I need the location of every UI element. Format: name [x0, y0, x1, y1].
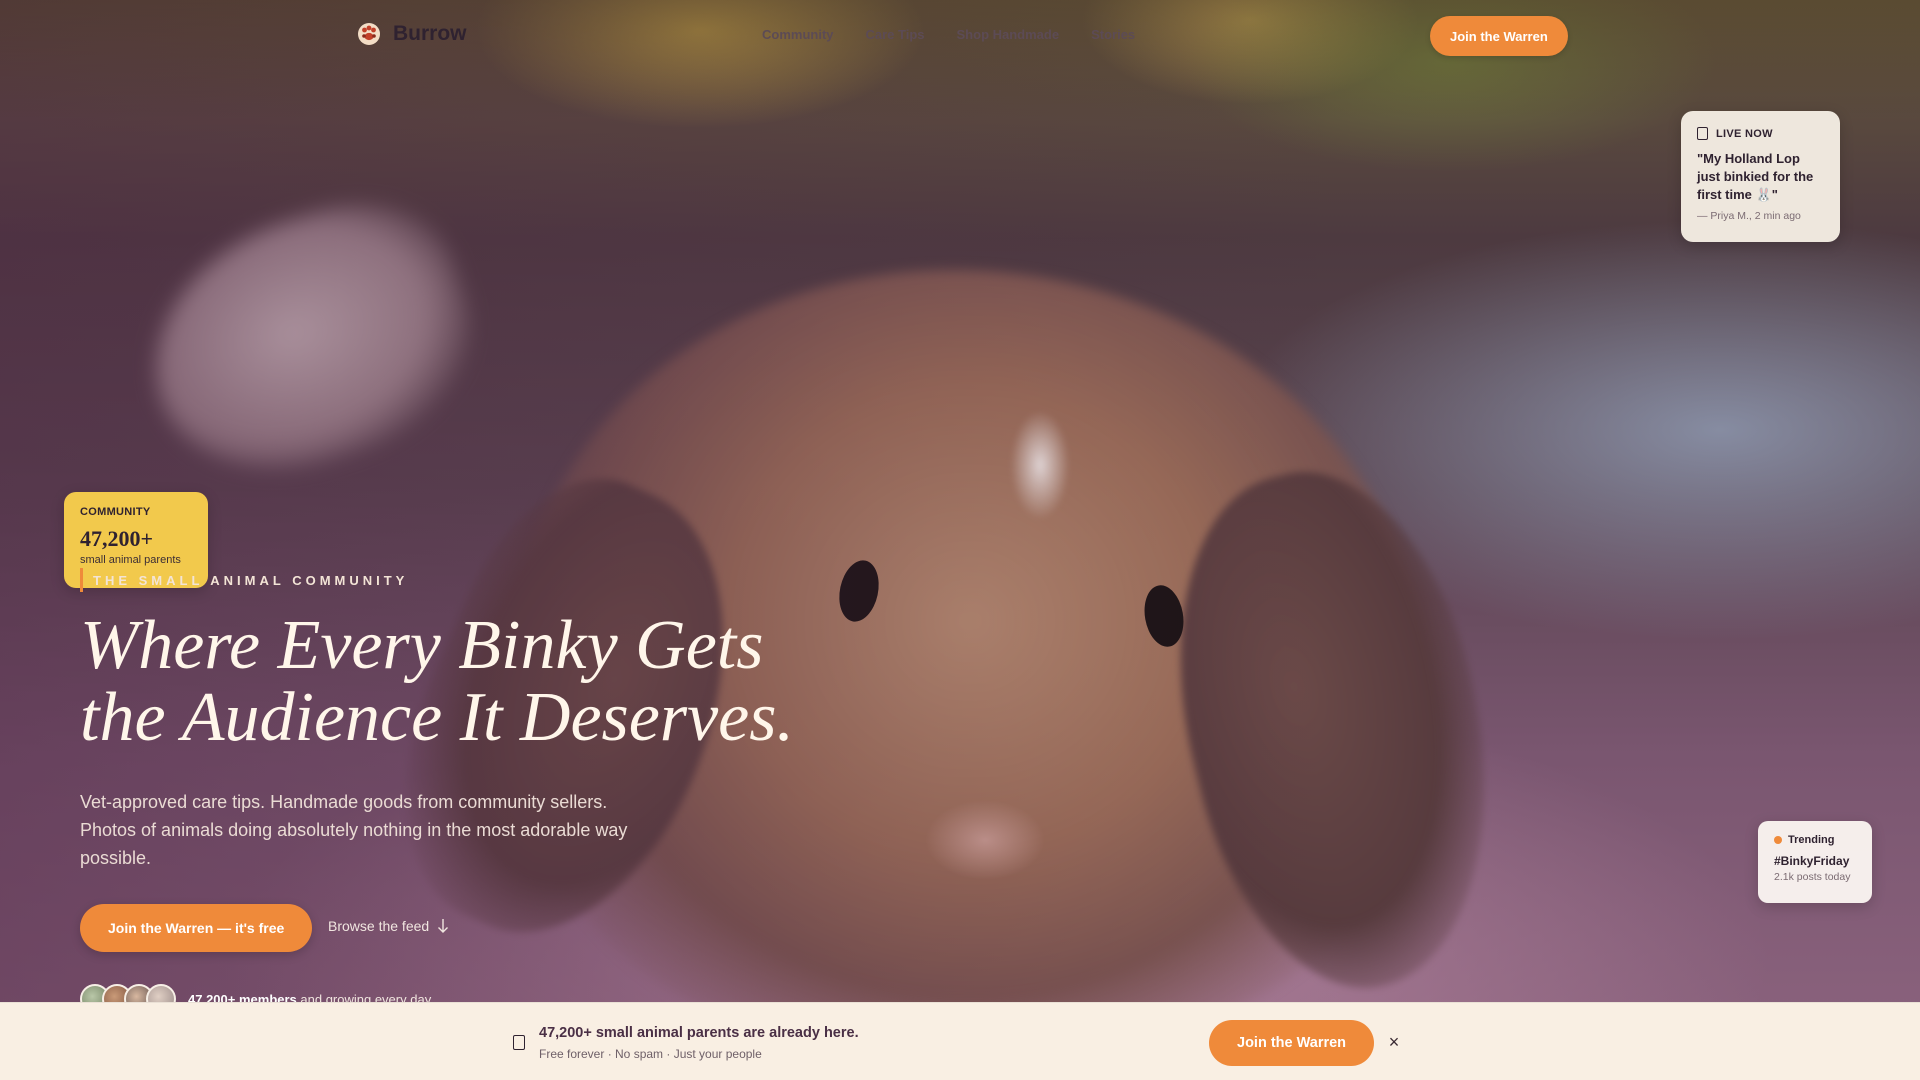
trending-card[interactable]: Trending #BinkyFriday 2.1k posts today — [1758, 821, 1872, 903]
paw-icon — [358, 23, 380, 45]
trending-header: Trending — [1774, 834, 1856, 846]
join-banner: 47,200+ small animal parents are already… — [0, 1002, 1920, 1080]
nav-links: Community Care Tips Shop Handmade Storie… — [762, 27, 1135, 42]
trending-tag: #BinkyFriday — [1774, 854, 1850, 868]
headline-line-1: Where Every Binky Gets — [80, 607, 764, 684]
join-warren-hero-button[interactable]: Join the Warren — it's free — [80, 904, 313, 952]
hero-eyebrow: THE SMALL ANIMAL COMMUNITY — [80, 568, 408, 592]
join-warren-banner-button[interactable]: Join the Warren — [1209, 1020, 1375, 1066]
nav-link-stories[interactable]: Stories — [1091, 27, 1135, 42]
browse-feed-link[interactable]: Browse the feed — [328, 918, 449, 934]
nav-link-shop-handmade[interactable]: Shop Handmade — [957, 27, 1060, 42]
nav-link-care-tips[interactable]: Care Tips — [866, 27, 925, 42]
live-now-header: LIVE NOW — [1697, 127, 1824, 140]
trending-meta: 2.1k posts today — [1774, 871, 1851, 883]
browse-feed-label: Browse the feed — [328, 918, 430, 934]
banner-subtitle: Free forever · No spam · Just your peopl… — [539, 1047, 762, 1061]
nav-link-community[interactable]: Community — [762, 27, 834, 42]
stat-sub: small animal parents — [80, 554, 181, 566]
join-warren-nav-button[interactable]: Join the Warren — [1430, 16, 1568, 56]
arrow-down-icon — [438, 919, 449, 933]
headline-line-2: the Audience It Deserves. — [80, 679, 794, 756]
trending-label: Trending — [1788, 834, 1835, 846]
stat-value: 47,200+ — [80, 526, 154, 551]
live-now-quote: "My Holland Lop just binkied for the fir… — [1697, 151, 1814, 202]
banner-title: 47,200+ small animal parents are already… — [539, 1025, 859, 1041]
eyebrow-text: THE SMALL ANIMAL COMMUNITY — [93, 572, 409, 588]
live-now-card: LIVE NOW "My Holland Lop just binkied fo… — [1681, 111, 1840, 242]
trending-dot-icon — [1774, 836, 1782, 844]
top-nav: Burrow Community Care Tips Shop Handmade… — [0, 0, 1920, 72]
brand-link[interactable]: Burrow — [357, 22, 467, 46]
hero-subcopy: Vet-approved care tips. Handmade goods f… — [80, 792, 628, 868]
phone-icon — [1697, 127, 1708, 140]
eyebrow-accent-bar — [80, 568, 83, 592]
hero-headline: Where Every Binky Gets the Audience It D… — [80, 610, 880, 754]
stat-label: COMMUNITY — [80, 506, 151, 518]
live-now-badge: LIVE NOW — [1716, 127, 1773, 140]
phone-icon — [513, 1035, 525, 1050]
close-icon[interactable]: × — [1384, 1031, 1404, 1053]
brand-name: Burrow — [393, 22, 467, 45]
live-now-meta: — Priya M., 2 min ago — [1697, 210, 1801, 222]
